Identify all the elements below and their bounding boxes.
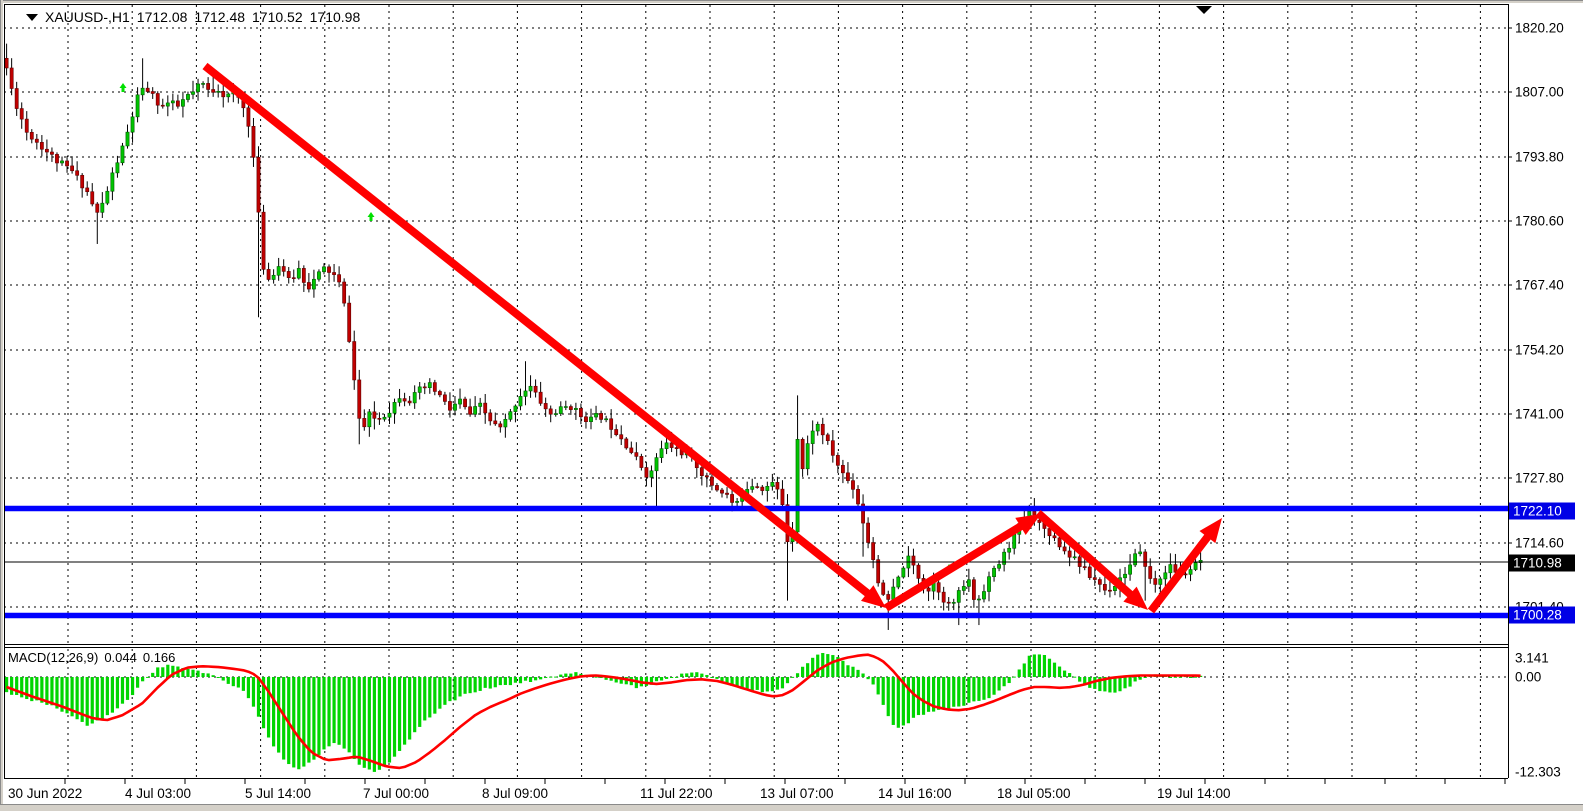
- price-tick-label: 1727.80: [1515, 471, 1564, 486]
- mt4-chart-window: 1820.20 1807.00 1793.80 1780.60 1767.40 1754.…: [0, 0, 1583, 811]
- time-tick-label: 18 Jul 05:00: [997, 786, 1071, 801]
- svg-text:1710.98: 1710.98: [1513, 556, 1562, 571]
- time-tick-label: 19 Jul 14:00: [1157, 786, 1231, 801]
- price-tick-label: 1780.60: [1515, 214, 1564, 229]
- price-badge: 1710.98: [1509, 555, 1575, 572]
- time-tick-label: 11 Jul 22:00: [640, 786, 713, 801]
- macd-tick-label: 3.141: [1515, 651, 1549, 666]
- price-tick-label: 1807.00: [1515, 85, 1564, 100]
- price-tick-label: 1793.80: [1515, 150, 1564, 165]
- price-tick-label: 1714.60: [1515, 536, 1564, 551]
- svg-text:1722.10: 1722.10: [1513, 504, 1562, 519]
- price-tick-label: 1820.20: [1515, 21, 1564, 36]
- time-tick-label: 14 Jul 16:00: [878, 786, 952, 801]
- macd-tick-label: 0.00: [1515, 670, 1541, 685]
- price-badge: 1722.10: [1509, 503, 1575, 520]
- time-tick-label: 13 Jul 07:00: [760, 786, 834, 801]
- price-tick-label: 1754.20: [1515, 343, 1564, 358]
- macd-tick-label: -12.303: [1515, 765, 1561, 780]
- time-tick-label: 30 Jun 2022: [8, 786, 82, 801]
- time-tick-label: 7 Jul 00:00: [363, 786, 429, 801]
- time-tick-label: 5 Jul 14:00: [245, 786, 311, 801]
- price-tick-label: 1741.00: [1515, 407, 1564, 422]
- chart-plot-area[interactable]: [4, 4, 1508, 644]
- time-tick-label: 8 Jul 09:00: [482, 786, 548, 801]
- svg-text:1700.28: 1700.28: [1513, 608, 1562, 623]
- time-tick-label: 4 Jul 03:00: [125, 786, 191, 801]
- price-tick-label: 1767.40: [1515, 278, 1564, 293]
- symbol-dropdown-icon[interactable]: [26, 14, 38, 21]
- price-badge: 1700.28: [1509, 607, 1575, 624]
- time-axis[interactable]: [4, 779, 1508, 803]
